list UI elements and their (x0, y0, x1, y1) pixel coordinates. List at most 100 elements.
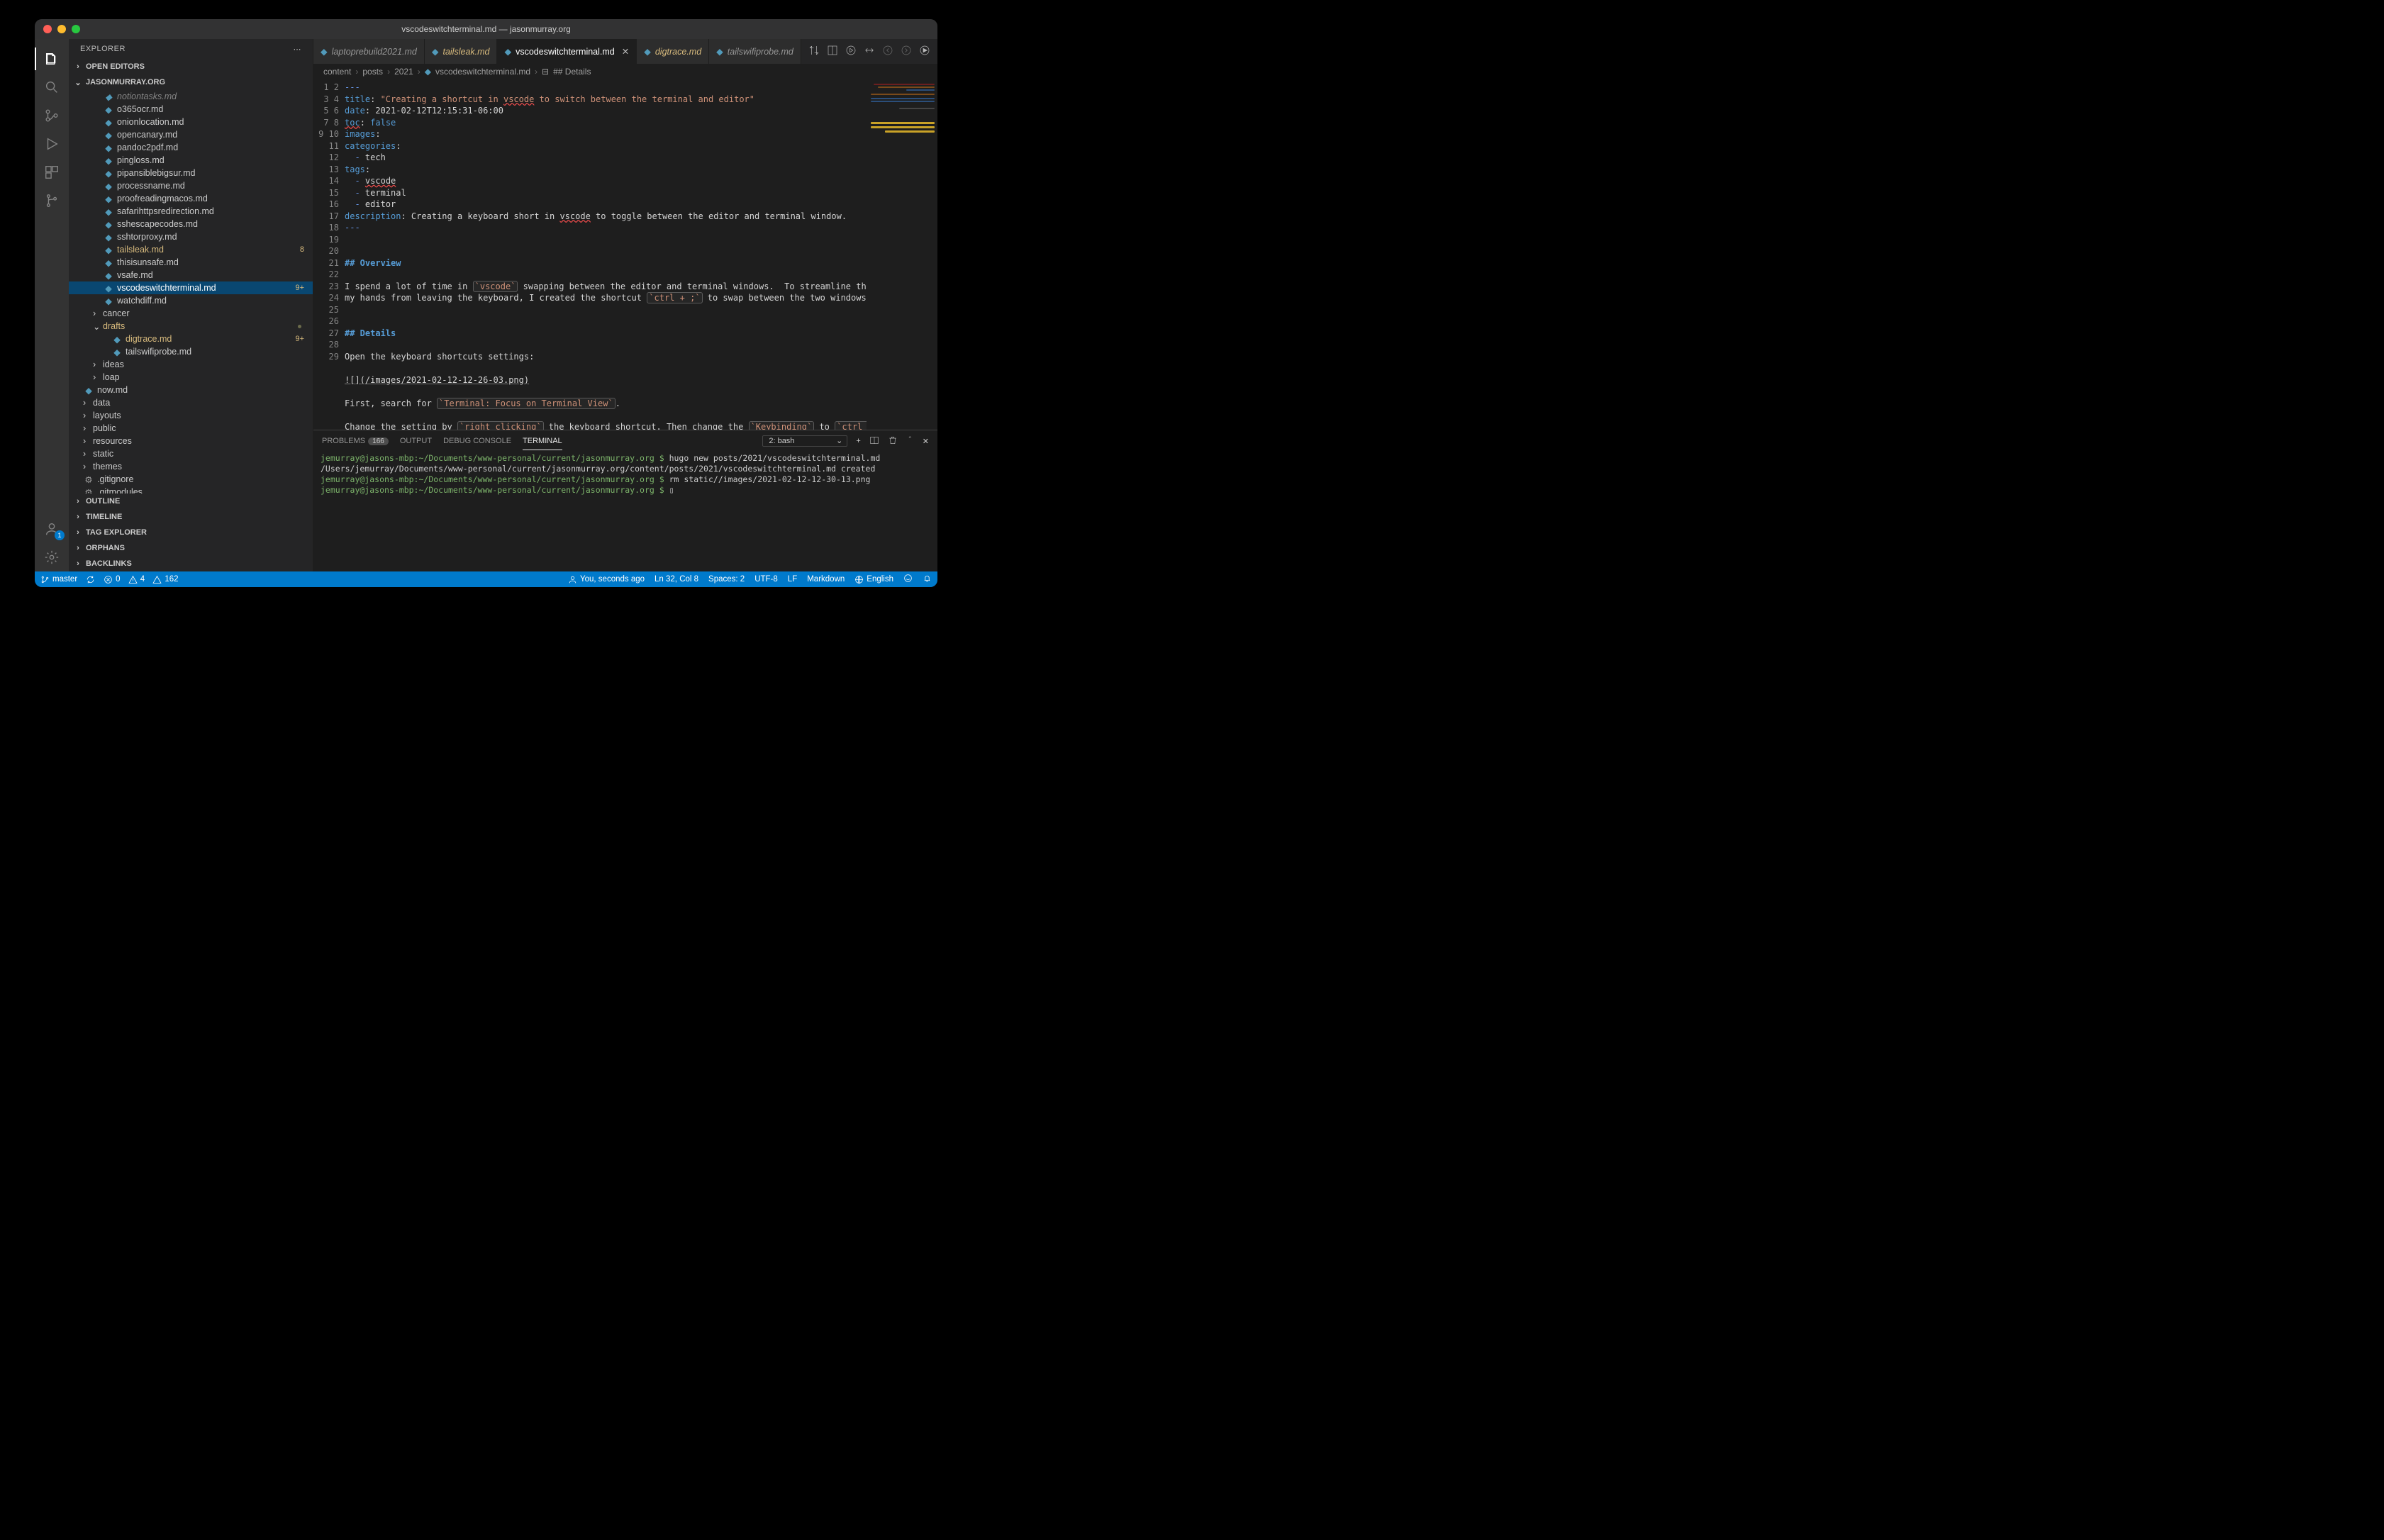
folder-item[interactable]: ›themes (69, 460, 313, 473)
code-content[interactable]: --- title: "Creating a shortcut in vscod… (345, 79, 937, 430)
file-item[interactable]: ◆vsafe.md (69, 269, 313, 281)
panel: PROBLEMS166 OUTPUT DEBUG CONSOLE TERMINA… (313, 430, 937, 571)
source-control-icon[interactable] (35, 101, 69, 130)
folder-item[interactable]: ›data (69, 396, 313, 409)
outline-section[interactable]: ›OUTLINE (69, 493, 313, 509)
editor-tab[interactable]: ◆vscodeswitchterminal.md✕ (497, 39, 637, 64)
maximize-panel-icon[interactable]: ＾ (906, 435, 914, 447)
titlebar[interactable]: vscodeswitchterminal.md — jasonmurray.or… (35, 19, 937, 39)
terminal-body[interactable]: jemurray@jasons-mbp:~/Documents/www-pers… (313, 452, 937, 571)
editor-tab[interactable]: ◆tailsleak.md (425, 39, 498, 64)
problems-tab[interactable]: PROBLEMS166 (322, 433, 389, 450)
feedback-icon[interactable] (903, 574, 913, 585)
orphans-section[interactable]: ›ORPHANS (69, 540, 313, 556)
folder-item[interactable]: ⌄drafts (69, 320, 313, 333)
file-item[interactable]: ◆pingloss.md (69, 154, 313, 167)
folder-item[interactable]: ›cancer (69, 307, 313, 320)
file-item[interactable]: ◆notiontasks.md (69, 90, 313, 103)
indentation[interactable]: Spaces: 2 (708, 575, 745, 584)
debug-console-tab[interactable]: DEBUG CONSOLE (443, 433, 511, 450)
git-blame[interactable]: You, seconds ago (568, 575, 645, 584)
file-tree[interactable]: ◆notiontasks.md◆o365ocr.md◆onionlocation… (69, 90, 313, 493)
breadcrumb-segment[interactable]: content (323, 67, 351, 77)
editor[interactable]: 1 2 3 4 5 6 7 8 9 10 11 12 13 14 15 16 1… (313, 79, 937, 430)
editor-tab[interactable]: ◆tailswifiprobe.md (709, 39, 801, 64)
breadcrumb-segment[interactable]: ## Details (553, 67, 591, 77)
folder-item[interactable]: ›ideas (69, 358, 313, 371)
terminal-selector[interactable]: 2: bash (762, 435, 847, 447)
close-tab-icon[interactable]: ✕ (622, 46, 629, 57)
terminal-tab[interactable]: TERMINAL (523, 433, 562, 450)
file-item[interactable]: ◆o365ocr.md (69, 103, 313, 116)
open-preview-icon[interactable] (827, 45, 838, 58)
file-item[interactable]: ◆onionlocation.md (69, 116, 313, 128)
folder-item[interactable]: ›static (69, 447, 313, 460)
file-item[interactable]: ◆vscodeswitchterminal.md9+ (69, 281, 313, 294)
sidebar-more-icon[interactable]: ⋯ (294, 45, 302, 54)
encoding[interactable]: UTF-8 (754, 575, 778, 584)
folder-item[interactable]: ›resources (69, 435, 313, 447)
tag-explorer-section[interactable]: ›TAG EXPLORER (69, 525, 313, 540)
run-icon[interactable] (845, 45, 857, 58)
output-tab[interactable]: OUTPUT (400, 433, 432, 450)
language-mode[interactable]: Markdown (807, 575, 845, 584)
split-terminal-icon[interactable] (869, 435, 879, 447)
file-item[interactable]: ◆thisisunsafe.md (69, 256, 313, 269)
explorer-icon[interactable] (35, 45, 69, 73)
backlinks-section[interactable]: ›BACKLINKS (69, 556, 313, 571)
close-panel-icon[interactable]: ✕ (923, 437, 929, 446)
file-item[interactable]: ◆proofreadingmacos.md (69, 192, 313, 205)
file-item[interactable]: ◆tailsleak.md8 (69, 243, 313, 256)
breadcrumb-segment[interactable]: 2021 (394, 67, 413, 77)
spellcheck[interactable]: English (854, 575, 893, 584)
kill-terminal-icon[interactable] (888, 435, 898, 447)
git-graph-icon[interactable] (35, 186, 69, 215)
sync-icon[interactable] (86, 575, 95, 584)
extensions-icon[interactable] (35, 158, 69, 186)
window-title: vscodeswitchterminal.md — jasonmurray.or… (35, 24, 937, 34)
diagnostics[interactable]: 0 4 162 (104, 575, 178, 584)
file-item[interactable]: ◆now.md (69, 384, 313, 396)
editor-tab[interactable]: ◆laptoprebuild2021.md (313, 39, 425, 64)
cursor-position[interactable]: Ln 32, Col 8 (655, 575, 698, 584)
accounts-badge: 1 (55, 530, 65, 540)
file-item[interactable]: ◆sshescapecodes.md (69, 218, 313, 230)
folder-item[interactable]: ›public (69, 422, 313, 435)
file-item[interactable]: ◆digtrace.md9+ (69, 333, 313, 345)
file-item[interactable]: ◆safarihttpsredirection.md (69, 205, 313, 218)
folder-item[interactable]: ›loap (69, 371, 313, 384)
run-debug-icon[interactable] (35, 130, 69, 158)
breadcrumb[interactable]: content›posts›2021›◆ vscodeswitchtermina… (313, 64, 937, 79)
eol[interactable]: LF (788, 575, 797, 584)
nav-back-icon[interactable] (882, 45, 893, 58)
timeline-section[interactable]: ›TIMELINE (69, 509, 313, 525)
minimap[interactable] (867, 79, 937, 430)
editor-tab[interactable]: ◆digtrace.md (637, 39, 709, 64)
file-item[interactable]: ◆watchdiff.md (69, 294, 313, 307)
file-item[interactable]: ⚙︎.gitmodules (69, 486, 313, 493)
settings-gear-icon[interactable] (35, 543, 69, 571)
file-item[interactable]: ◆processname.md (69, 179, 313, 192)
file-item[interactable]: ◆opencanary.md (69, 128, 313, 141)
run-cell-icon[interactable] (919, 45, 930, 58)
file-item[interactable]: ◆tailswifiprobe.md (69, 345, 313, 358)
sidebar: EXPLORER ⋯ ›OPEN EDITORS ⌄JASONMURRAY.OR… (69, 39, 313, 571)
folder-item[interactable]: ›layouts (69, 409, 313, 422)
workspace-section[interactable]: ⌄JASONMURRAY.ORG (69, 74, 313, 90)
search-icon[interactable] (35, 73, 69, 101)
git-branch[interactable]: master (40, 575, 77, 584)
open-editors-section[interactable]: ›OPEN EDITORS (69, 59, 313, 74)
file-item[interactable]: ⚙︎.gitignore (69, 473, 313, 486)
breadcrumb-segment[interactable]: posts (362, 67, 383, 77)
breadcrumb-segment[interactable]: vscodeswitchterminal.md (435, 67, 530, 77)
notifications-icon[interactable] (923, 574, 932, 585)
file-item[interactable]: ◆pipansiblebigsur.md (69, 167, 313, 179)
toggle-icon[interactable] (864, 45, 875, 58)
new-terminal-icon[interactable]: + (856, 437, 860, 445)
editor-area: ◆laptoprebuild2021.md◆tailsleak.md◆vscod… (313, 39, 937, 571)
compare-changes-icon[interactable] (808, 45, 820, 58)
nav-fwd-icon[interactable] (901, 45, 912, 58)
accounts-icon[interactable]: 1 (35, 515, 69, 543)
file-item[interactable]: ◆sshtorproxy.md (69, 230, 313, 243)
file-item[interactable]: ◆pandoc2pdf.md (69, 141, 313, 154)
